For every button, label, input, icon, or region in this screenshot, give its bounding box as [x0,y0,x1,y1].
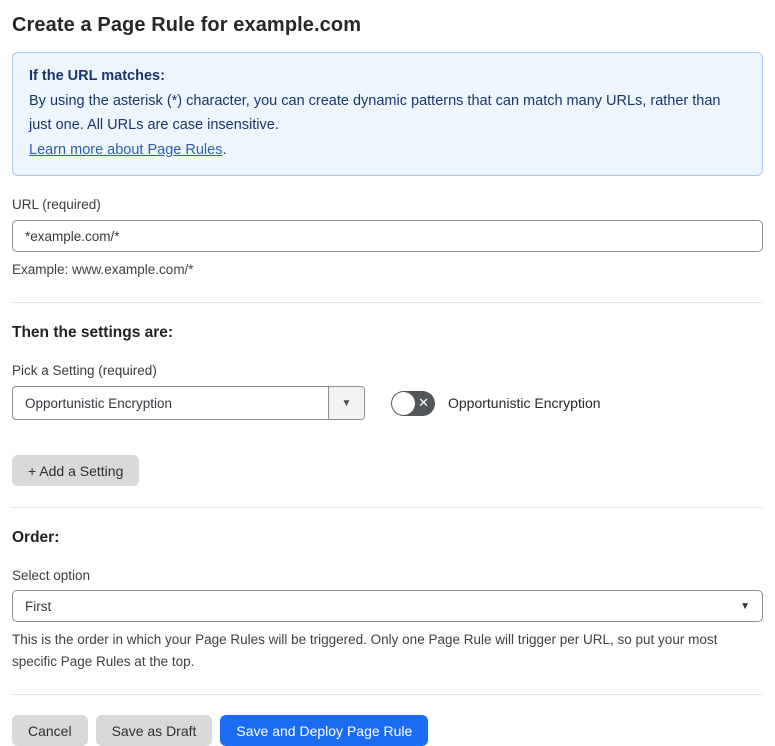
info-box-heading: If the URL matches: [29,68,165,84]
opportunistic-encryption-toggle[interactable]: ✕ [391,390,435,416]
page-title: Create a Page Rule for example.com [12,14,362,36]
url-field-label: URL (required) [12,197,101,212]
chevron-down-icon: ▼ [341,397,352,409]
info-box-link-line: Learn more about Page Rules. [29,138,746,163]
add-setting-button[interactable]: + Add a Setting [12,455,140,486]
order-select[interactable]: First ▼ [12,590,763,622]
learn-more-link[interactable]: Learn more about Page Rules [29,142,222,158]
chevron-down-icon: ▼ [740,600,750,612]
cancel-button[interactable]: Cancel [12,715,88,746]
order-select-label: Select option [12,568,91,583]
url-match-info-box: If the URL matches: By using the asteris… [12,52,763,176]
toggle-label: Opportunistic Encryption [448,395,601,411]
url-input[interactable] [12,220,763,252]
divider [12,302,763,303]
link-suffix: . [222,141,227,158]
setting-picker-value: Opportunistic Encryption [25,395,173,411]
toggle-knob [392,391,415,415]
info-box-body: By using the asterisk (*) character, you… [29,92,721,134]
settings-section-heading: Then the settings are: [12,324,174,341]
toggle-off-x-icon: ✕ [418,395,429,410]
setting-picker-arrow-button[interactable]: ▼ [328,387,364,419]
divider [12,694,763,695]
save-as-draft-button[interactable]: Save as Draft [95,715,213,746]
url-helper-text: Example: www.example.com/* [12,262,194,277]
divider [12,507,763,508]
opportunistic-encryption-toggle-wrap: ✕ Opportunistic Encryption [391,390,601,416]
order-select-value: First [25,598,52,614]
setting-picker-dropdown[interactable]: Opportunistic Encryption ▼ [12,386,365,420]
footer-button-row: Cancel Save as Draft Save and Deploy Pag… [12,715,763,746]
order-helper-text: This is the order in which your Page Rul… [12,632,718,669]
order-section-heading: Order: [12,529,60,546]
setting-row: Opportunistic Encryption ▼ ✕ Opportunist… [12,386,763,420]
save-and-deploy-button[interactable]: Save and Deploy Page Rule [220,715,429,746]
setting-picker-label: Pick a Setting (required) [12,363,157,378]
